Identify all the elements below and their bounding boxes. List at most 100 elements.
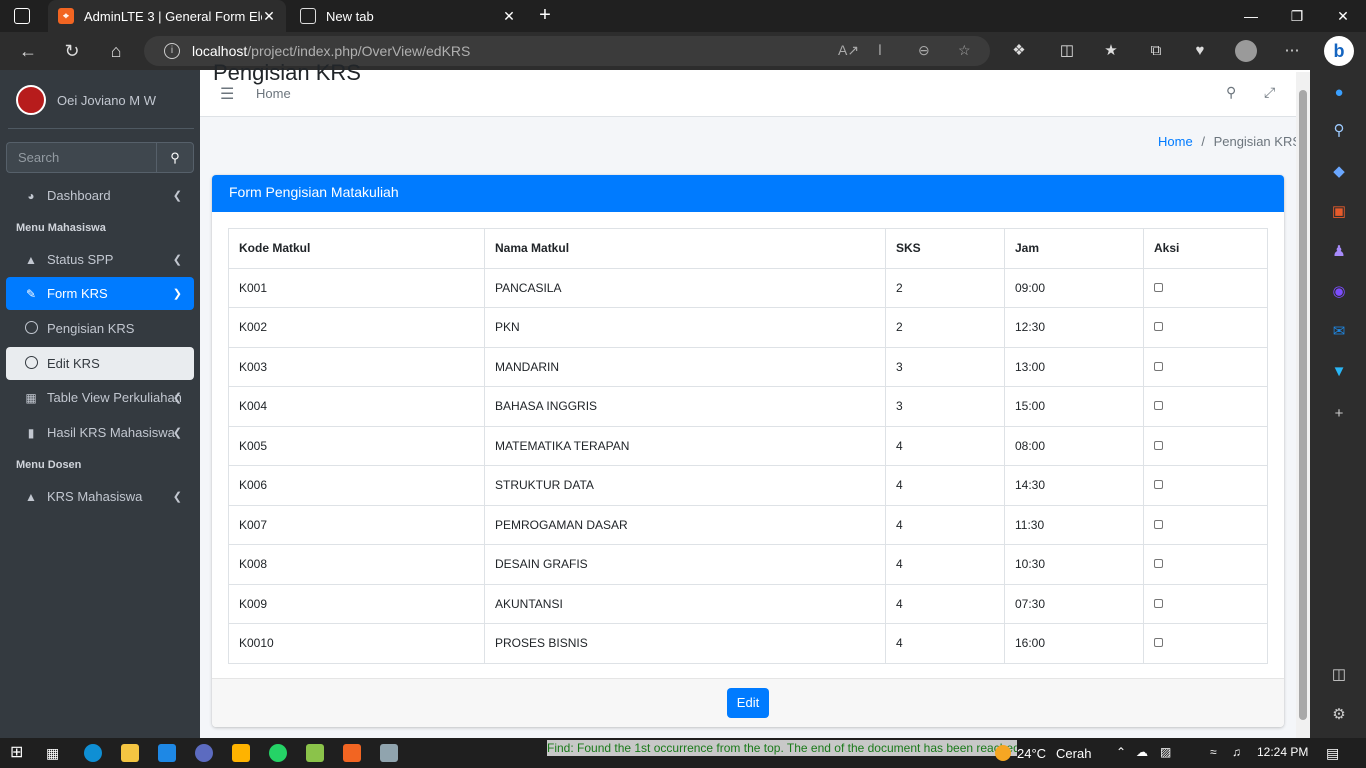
chevron-up-icon[interactable]: ⌃ — [1116, 745, 1126, 759]
table-row: K008 DESAIN GRAFIS 4 10:30 — [228, 544, 1268, 585]
windows-start-icon[interactable]: ⊞ — [10, 744, 28, 762]
sidebar-item-label: Edit KRS — [47, 356, 100, 371]
sidebar-item-form-krs[interactable]: ✎ Form KRS ❯ — [6, 277, 194, 310]
xampp-icon[interactable] — [343, 744, 361, 762]
select-checkbox[interactable] — [1154, 480, 1163, 490]
select-checkbox[interactable] — [1154, 638, 1163, 648]
app-icon[interactable] — [195, 744, 213, 762]
site-info-icon[interactable]: i — [164, 43, 180, 59]
close-icon[interactable]: ✕ — [502, 8, 516, 25]
sidebar-item-krs-mahasiswa[interactable]: ▲ KRS Mahasiswa ❮ — [6, 480, 194, 513]
sticky-icon[interactable] — [232, 744, 250, 762]
zoom-icon[interactable]: ⊖ — [918, 42, 930, 59]
sidebar-item-label: Hasil KRS Mahasiswa — [47, 425, 175, 440]
search-icon[interactable]: ⚲ — [156, 142, 194, 173]
cloud-icon[interactable]: ☁ — [1136, 745, 1148, 759]
microsoft365-icon[interactable]: ◉ — [1330, 283, 1348, 301]
tab-actions-icon[interactable] — [14, 8, 30, 24]
select-checkbox[interactable] — [1154, 282, 1163, 292]
cell-sks: 2 — [885, 307, 1005, 348]
file-explorer-icon[interactable] — [121, 744, 139, 762]
select-checkbox[interactable] — [1154, 440, 1163, 450]
sidebar-item-status-spp[interactable]: ▲ Status SPP ❮ — [6, 243, 194, 276]
sidebar-item-pengisian-krs[interactable]: Pengisian KRS — [6, 312, 194, 345]
fullscreen-icon[interactable]: ⤢ — [1264, 84, 1275, 101]
breadcrumb-home[interactable]: Home — [1158, 134, 1193, 149]
edit-button[interactable]: Edit — [727, 688, 769, 718]
edge-icon[interactable] — [84, 744, 102, 762]
translate-icon[interactable]: ا — [878, 42, 882, 59]
close-icon[interactable]: ✕ — [262, 8, 276, 25]
sidebar-item-edit-krs[interactable]: Edit KRS — [6, 347, 194, 380]
task-view-icon[interactable]: ▦ — [46, 744, 64, 762]
send-icon[interactable]: ▼ — [1330, 363, 1348, 381]
split-screen-icon[interactable]: ◫ — [1056, 40, 1078, 62]
home-icon[interactable]: ⌂ — [104, 39, 128, 63]
table-row: K0010 PROSES BISNIS 4 16:00 — [228, 623, 1268, 664]
profile-avatar[interactable] — [1235, 40, 1257, 62]
table-row: K004 BAHASA INGGRIS 3 15:00 — [228, 386, 1268, 427]
select-checkbox[interactable] — [1154, 519, 1163, 529]
scrollbar-thumb[interactable] — [1299, 90, 1307, 720]
tools-icon[interactable]: ▣ — [1330, 203, 1348, 221]
cell-sks: 3 — [885, 346, 1005, 387]
edit-icon: ✎ — [25, 286, 37, 301]
games-icon[interactable]: ♟ — [1330, 243, 1348, 261]
bing-copilot-icon[interactable]: b — [1324, 36, 1354, 66]
volume-icon[interactable]: ♫ — [1232, 745, 1241, 759]
add-icon[interactable]: + — [1330, 405, 1348, 423]
windows-taskbar: ⊞ ▦ Find: Found the 1st occurrence from … — [0, 738, 1366, 768]
more-menu-icon[interactable]: ⋯ — [1281, 40, 1303, 62]
select-checkbox[interactable] — [1154, 559, 1163, 569]
restore-icon[interactable]: ❐ — [1274, 0, 1320, 32]
select-checkbox[interactable] — [1154, 401, 1163, 411]
favorites-icon[interactable]: ★ — [1100, 40, 1122, 62]
new-tab-button[interactable]: + — [534, 4, 556, 26]
notes-icon[interactable] — [380, 744, 398, 762]
select-checkbox[interactable] — [1154, 322, 1163, 332]
minimize-icon[interactable]: — — [1228, 0, 1274, 32]
clock[interactable]: 12:24 PM — [1257, 745, 1308, 759]
tab-new-tab[interactable]: New tab ✕ — [290, 0, 526, 32]
sidebar-item-table-view[interactable]: ▦ Table View Perkuliahan ❮ — [6, 381, 194, 414]
tab-adminlte[interactable]: ⌖ AdminLTE 3 | General Form Elements ✕ — [48, 0, 286, 32]
select-checkbox[interactable] — [1154, 361, 1163, 371]
back-icon[interactable]: ← — [16, 39, 40, 63]
search-icon[interactable]: ⚲ — [1330, 122, 1348, 140]
cell-jam: 13:00 — [1004, 346, 1144, 387]
window-controls: — ❐ ✕ — [1228, 0, 1366, 32]
performance-icon[interactable]: ♥ — [1189, 40, 1211, 62]
notepad-icon[interactable] — [306, 744, 324, 762]
sidebar-search-input[interactable]: Search — [6, 142, 156, 173]
cell-kode: K007 — [228, 504, 485, 545]
menu-header-mahasiswa: Menu Mahasiswa — [16, 222, 106, 234]
read-aloud-icon[interactable]: A↗ — [838, 42, 859, 59]
wifi-icon[interactable]: ≈ — [1210, 745, 1217, 759]
top-navbar: ☰ Home ⚲ ⤢ — [200, 70, 1310, 117]
page-scrollbar[interactable] — [1296, 72, 1310, 738]
select-checkbox[interactable] — [1154, 598, 1163, 608]
search-icon[interactable]: ⚲ — [1226, 84, 1236, 101]
nav-home-link[interactable]: Home — [256, 86, 291, 101]
notification-icon[interactable]: ● — [1330, 84, 1348, 102]
cell-kode: K001 — [228, 267, 485, 308]
sidebar-toggle-icon[interactable]: ◫ — [1330, 666, 1348, 684]
extensions-icon[interactable]: ❖ — [1008, 40, 1030, 62]
ime-icon[interactable]: ▨ — [1160, 745, 1171, 759]
refresh-icon[interactable]: ↻ — [60, 39, 84, 63]
favorite-star-icon[interactable]: ☆ — [958, 42, 971, 59]
sidebar-item-dashboard[interactable]: ◕ Dashboard ❮ — [6, 179, 194, 212]
notification-center-icon[interactable]: ▤ — [1326, 745, 1339, 762]
whatsapp-icon[interactable] — [269, 744, 287, 762]
weather-widget[interactable]: 24°C Cerah — [995, 745, 1091, 761]
user-panel[interactable]: Oei Joviano M W — [8, 82, 194, 118]
hamburger-icon[interactable]: ☰ — [220, 84, 234, 104]
shopping-tag-icon[interactable]: ◆ — [1330, 163, 1348, 181]
outlook-icon[interactable]: ✉ — [1330, 323, 1348, 341]
mail-icon[interactable] — [158, 744, 176, 762]
user-name: Oei Joviano M W — [57, 92, 156, 108]
collections-icon[interactable]: ⧉ — [1145, 40, 1167, 62]
sidebar-item-hasil-krs[interactable]: ▮ Hasil KRS Mahasiswa ❮ — [6, 416, 194, 449]
settings-gear-icon[interactable]: ⚙ — [1330, 706, 1348, 724]
close-window-icon[interactable]: ✕ — [1320, 0, 1366, 32]
